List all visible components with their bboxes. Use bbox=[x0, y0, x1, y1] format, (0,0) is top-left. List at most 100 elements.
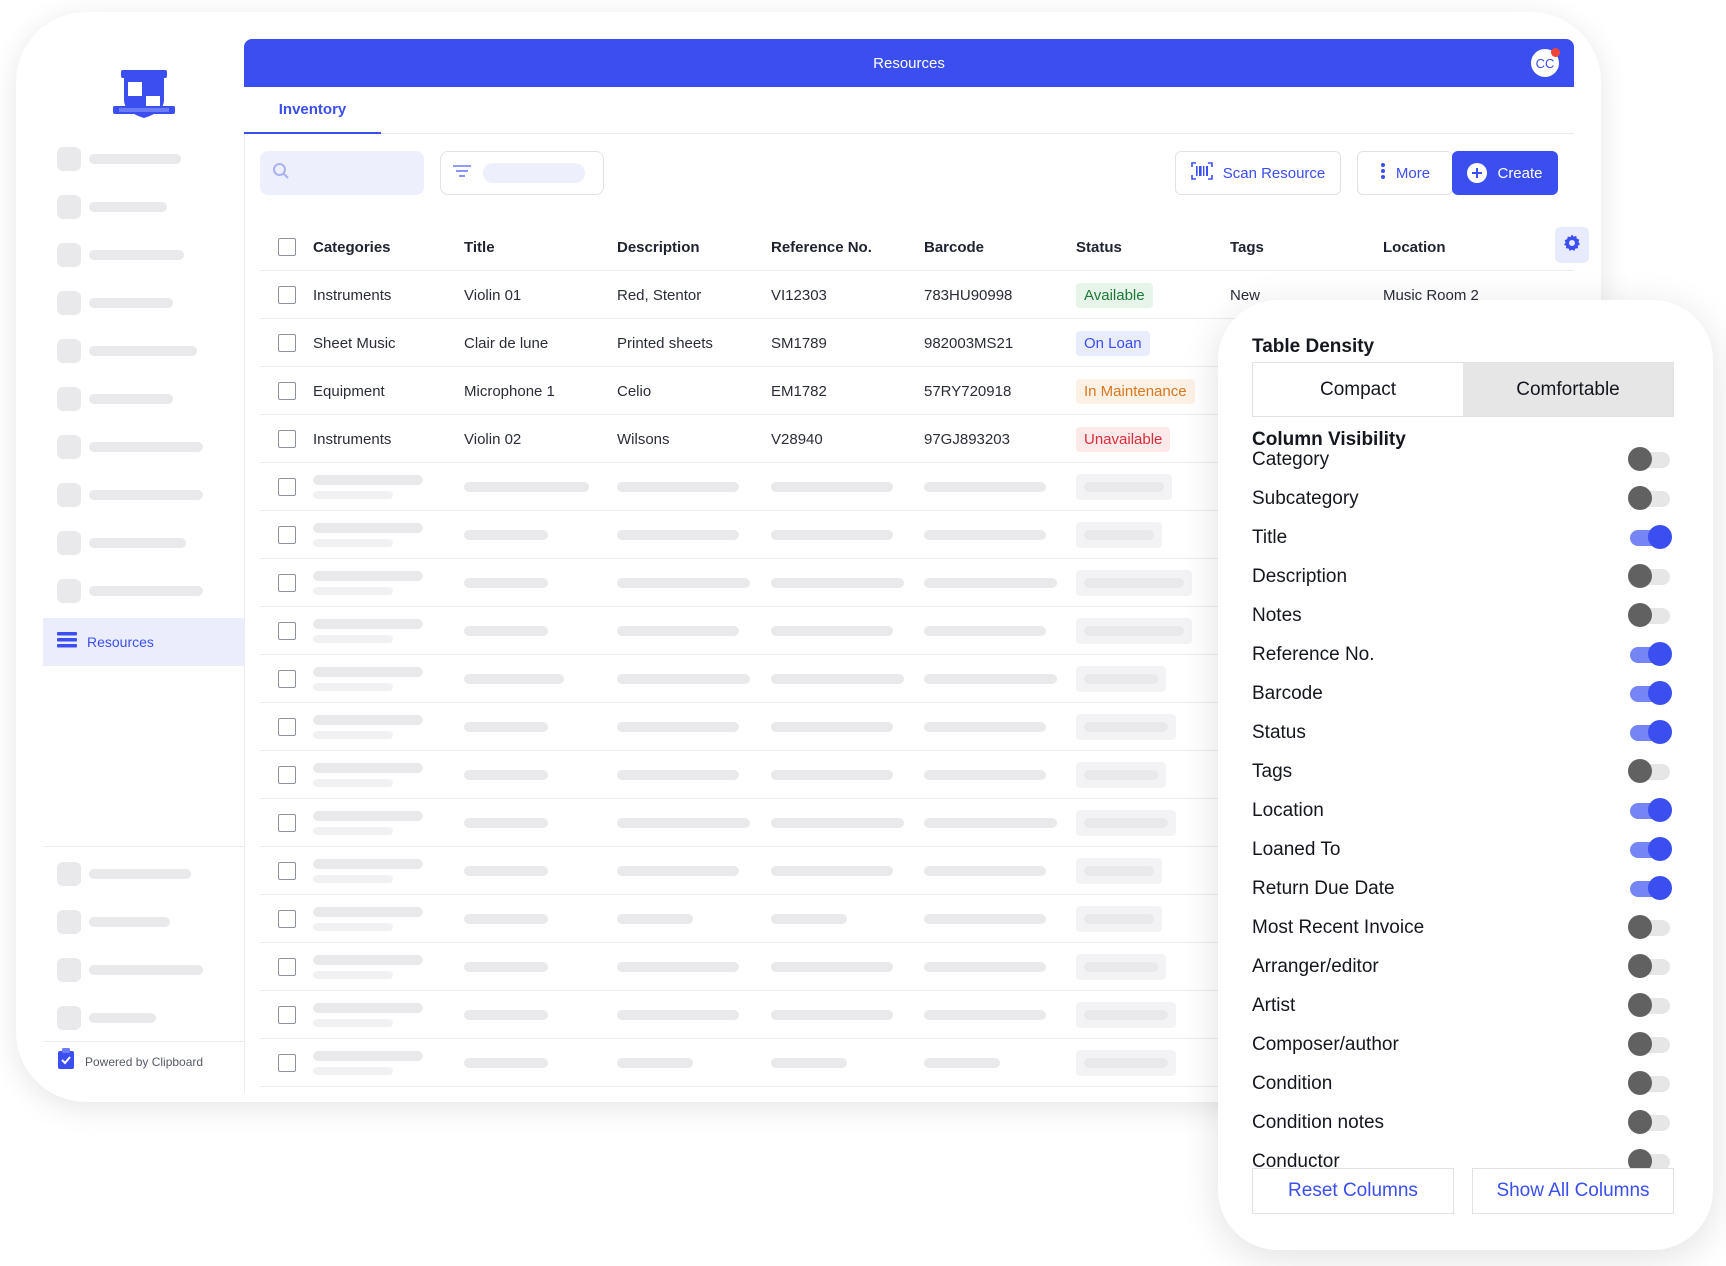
column-visibility-toggle[interactable] bbox=[1628, 1071, 1670, 1095]
column-visibility-label: Tags bbox=[1252, 761, 1293, 782]
notification-dot bbox=[1551, 48, 1560, 57]
row-checkbox[interactable] bbox=[278, 574, 296, 592]
powered-by[interactable]: Powered by Clipboard bbox=[57, 1048, 203, 1075]
column-visibility-toggle[interactable] bbox=[1628, 1110, 1670, 1134]
toggle-knob bbox=[1648, 642, 1672, 666]
column-header[interactable]: Title bbox=[464, 223, 495, 271]
column-header[interactable]: Status bbox=[1076, 223, 1122, 271]
toggle-knob bbox=[1628, 993, 1652, 1017]
row-checkbox[interactable] bbox=[278, 958, 296, 976]
more-button[interactable]: More bbox=[1357, 151, 1453, 195]
table-header-row: Categories Title Description Reference No. B… bbox=[260, 223, 1589, 271]
row-checkbox[interactable] bbox=[278, 670, 296, 688]
density-compact-option[interactable]: Compact bbox=[1253, 363, 1463, 416]
sidebar-item[interactable] bbox=[57, 385, 247, 413]
sidebar-item[interactable] bbox=[57, 337, 247, 365]
toggle-knob bbox=[1648, 876, 1672, 900]
column-visibility-label: Most Recent Invoice bbox=[1252, 917, 1425, 938]
table-settings-button[interactable] bbox=[1555, 227, 1589, 263]
toggle-knob bbox=[1628, 954, 1652, 978]
row-checkbox[interactable] bbox=[278, 334, 296, 352]
column-visibility-toggle[interactable] bbox=[1628, 564, 1670, 588]
column-header[interactable]: Tags bbox=[1230, 223, 1264, 271]
description-cell: Printed sheets bbox=[617, 334, 713, 352]
sidebar-item[interactable] bbox=[57, 241, 247, 269]
row-checkbox[interactable] bbox=[278, 1006, 296, 1024]
sidebar-item[interactable] bbox=[57, 860, 247, 888]
select-all-checkbox[interactable] bbox=[278, 238, 296, 256]
column-visibility-toggle[interactable] bbox=[1630, 876, 1672, 900]
sidebar-item[interactable] bbox=[57, 433, 247, 461]
column-visibility-toggle[interactable] bbox=[1630, 681, 1672, 705]
column-header[interactable]: Location bbox=[1383, 223, 1446, 271]
row-checkbox[interactable] bbox=[278, 766, 296, 784]
column-visibility-label: Arranger/editor bbox=[1252, 956, 1379, 977]
sidebar-item[interactable] bbox=[57, 908, 247, 936]
column-visibility-toggle[interactable] bbox=[1630, 525, 1672, 549]
sidebar-item[interactable] bbox=[57, 956, 247, 984]
column-visibility-row: Most Recent Invoice bbox=[1252, 913, 1674, 943]
column-visibility-row: Location bbox=[1252, 796, 1674, 826]
column-visibility-toggle[interactable] bbox=[1630, 720, 1672, 744]
sidebar-item[interactable] bbox=[57, 577, 247, 605]
toggle-knob bbox=[1628, 603, 1652, 627]
row-checkbox[interactable] bbox=[278, 478, 296, 496]
column-visibility-toggle[interactable] bbox=[1630, 798, 1672, 822]
show-all-columns-button[interactable]: Show All Columns bbox=[1472, 1168, 1674, 1214]
sidebar-item[interactable] bbox=[57, 529, 247, 557]
description-cell: Celio bbox=[617, 382, 652, 400]
filter-button[interactable] bbox=[440, 151, 604, 195]
plus-circle-icon bbox=[1467, 163, 1488, 183]
tab-bar: Inventory bbox=[244, 87, 1574, 134]
column-visibility-toggle[interactable] bbox=[1630, 837, 1672, 861]
sidebar-divider bbox=[43, 1041, 244, 1042]
column-header[interactable]: Reference No. bbox=[771, 223, 872, 271]
column-visibility-toggle[interactable] bbox=[1628, 486, 1670, 510]
status-badge: On Loan bbox=[1076, 330, 1150, 356]
description-cell: Wilsons bbox=[617, 430, 670, 448]
column-visibility-row: Status bbox=[1252, 718, 1674, 748]
column-header[interactable]: Barcode bbox=[924, 223, 984, 271]
row-checkbox[interactable] bbox=[278, 1054, 296, 1072]
column-visibility-toggle[interactable] bbox=[1628, 603, 1670, 627]
scan-resource-button[interactable]: Scan Resource bbox=[1175, 151, 1341, 195]
column-visibility-row: Condition bbox=[1252, 1069, 1674, 1099]
tab-inventory[interactable]: Inventory bbox=[244, 87, 381, 134]
column-header[interactable]: Categories bbox=[313, 223, 391, 271]
column-visibility-row: Artist bbox=[1252, 991, 1674, 1021]
create-button[interactable]: Create bbox=[1452, 151, 1558, 195]
density-comfortable-option[interactable]: Comfortable bbox=[1463, 363, 1673, 416]
sidebar-divider bbox=[43, 846, 244, 847]
toggle-knob bbox=[1628, 1110, 1652, 1134]
reset-columns-button[interactable]: Reset Columns bbox=[1252, 1168, 1454, 1214]
search-input[interactable] bbox=[260, 151, 424, 195]
sidebar-item[interactable] bbox=[57, 1004, 247, 1032]
row-checkbox[interactable] bbox=[278, 910, 296, 928]
sidebar-item[interactable] bbox=[57, 481, 247, 509]
sidebar-item[interactable] bbox=[57, 145, 247, 173]
sidebar-item-resources[interactable]: Resources bbox=[43, 618, 244, 666]
column-visibility-toggle[interactable] bbox=[1628, 954, 1670, 978]
user-avatar[interactable]: CC bbox=[1530, 48, 1560, 78]
row-checkbox[interactable] bbox=[278, 718, 296, 736]
column-visibility-toggle[interactable] bbox=[1628, 915, 1670, 939]
row-checkbox[interactable] bbox=[278, 430, 296, 448]
row-checkbox[interactable] bbox=[278, 382, 296, 400]
column-visibility-toggle[interactable] bbox=[1628, 447, 1670, 471]
row-checkbox[interactable] bbox=[278, 862, 296, 880]
column-visibility-label: Description bbox=[1252, 566, 1348, 587]
column-header[interactable]: Description bbox=[617, 223, 700, 271]
column-visibility-row: Title bbox=[1252, 523, 1674, 553]
column-visibility-toggle[interactable] bbox=[1628, 759, 1670, 783]
row-checkbox[interactable] bbox=[278, 286, 296, 304]
column-visibility-label: Condition bbox=[1252, 1073, 1333, 1094]
sidebar-item[interactable] bbox=[57, 289, 247, 317]
sidebar-item[interactable] bbox=[57, 193, 247, 221]
column-visibility-toggle[interactable] bbox=[1630, 642, 1672, 666]
row-checkbox[interactable] bbox=[278, 622, 296, 640]
column-visibility-toggle[interactable] bbox=[1628, 1032, 1670, 1056]
column-visibility-label: Barcode bbox=[1252, 683, 1323, 704]
column-visibility-toggle[interactable] bbox=[1628, 993, 1670, 1017]
row-checkbox[interactable] bbox=[278, 814, 296, 832]
row-checkbox[interactable] bbox=[278, 526, 296, 544]
